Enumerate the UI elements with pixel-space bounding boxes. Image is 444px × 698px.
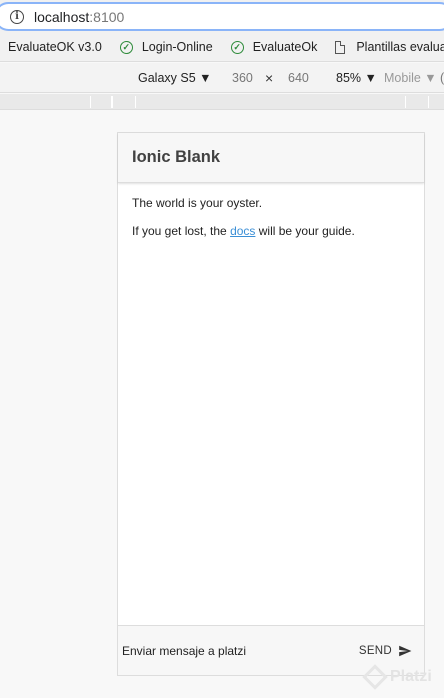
- dimension-separator: ×: [265, 69, 274, 86]
- bookmark-evaluateok-v3[interactable]: EvaluateOK v3.0: [8, 40, 102, 54]
- bookmarks-bar: EvaluateOK v3.0 ✓ Login-Online ✓ Evaluat…: [0, 33, 444, 62]
- check-circle-icon: ✓: [119, 40, 133, 54]
- intro-text: The world is your oyster.: [132, 196, 263, 210]
- info-icon[interactable]: i: [10, 9, 24, 24]
- platzi-watermark: Platzi: [362, 664, 432, 690]
- device-height-input[interactable]: 640: [288, 71, 309, 85]
- address-bar: i localhost:8100: [0, 0, 444, 33]
- message-input[interactable]: [122, 643, 342, 658]
- device-width-input[interactable]: 360: [232, 71, 253, 85]
- page-title: Ionic Blank: [132, 148, 221, 166]
- ruler-segment[interactable]: [405, 96, 429, 108]
- device-select[interactable]: Galaxy S5 ▼: [138, 71, 212, 85]
- device-viewport: Ionic Blank The world is your oyster. If…: [117, 132, 425, 676]
- app-content: The world is your oyster. If you get los…: [118, 183, 424, 263]
- url-port: :8100: [89, 8, 125, 25]
- bookmark-evaluateok[interactable]: ✓ EvaluateOk: [230, 40, 318, 54]
- url-host: localhost: [34, 8, 90, 25]
- watermark-text: Platzi: [390, 668, 432, 685]
- send-icon: [399, 645, 412, 656]
- bookmark-plantillas[interactable]: Plantillas evalua: [335, 40, 444, 54]
- app-header: Ionic Blank: [118, 133, 424, 183]
- document-icon: [335, 40, 346, 54]
- device-toolbar: Galaxy S5 ▼ 360 × 640 85% ▼ Mobile ▼ (: [0, 63, 444, 93]
- ruler-segment[interactable]: [90, 96, 112, 108]
- zoom-select[interactable]: 85% ▼: [336, 71, 377, 85]
- bookmark-label: EvaluateOK v3.0: [8, 40, 102, 54]
- more-options-icon[interactable]: (: [440, 71, 444, 85]
- platzi-logo-icon: [362, 664, 388, 690]
- guide-text-pre: If you get lost, the: [132, 224, 231, 238]
- ruler-segment[interactable]: [112, 96, 136, 108]
- bookmark-label: Login-Online: [141, 40, 213, 54]
- mode-select[interactable]: Mobile ▼: [384, 71, 437, 85]
- bookmark-label: EvaluateOk: [252, 40, 318, 54]
- url-text[interactable]: localhost:8100: [34, 9, 124, 25]
- bookmark-label: Plantillas evalua: [356, 40, 444, 54]
- docs-link[interactable]: docs: [230, 224, 255, 238]
- media-query-ruler[interactable]: [0, 94, 444, 110]
- check-circle-icon: ✓: [230, 40, 244, 54]
- send-label: SEND: [358, 644, 392, 657]
- guide-text: If you get lost, the docs will be your g…: [132, 223, 410, 239]
- send-button[interactable]: SEND: [359, 644, 412, 658]
- guide-text-post: will be your guide.: [255, 224, 355, 238]
- url-field[interactable]: i localhost:8100: [0, 2, 444, 31]
- bookmark-login-online[interactable]: ✓ Login-Online: [119, 40, 213, 54]
